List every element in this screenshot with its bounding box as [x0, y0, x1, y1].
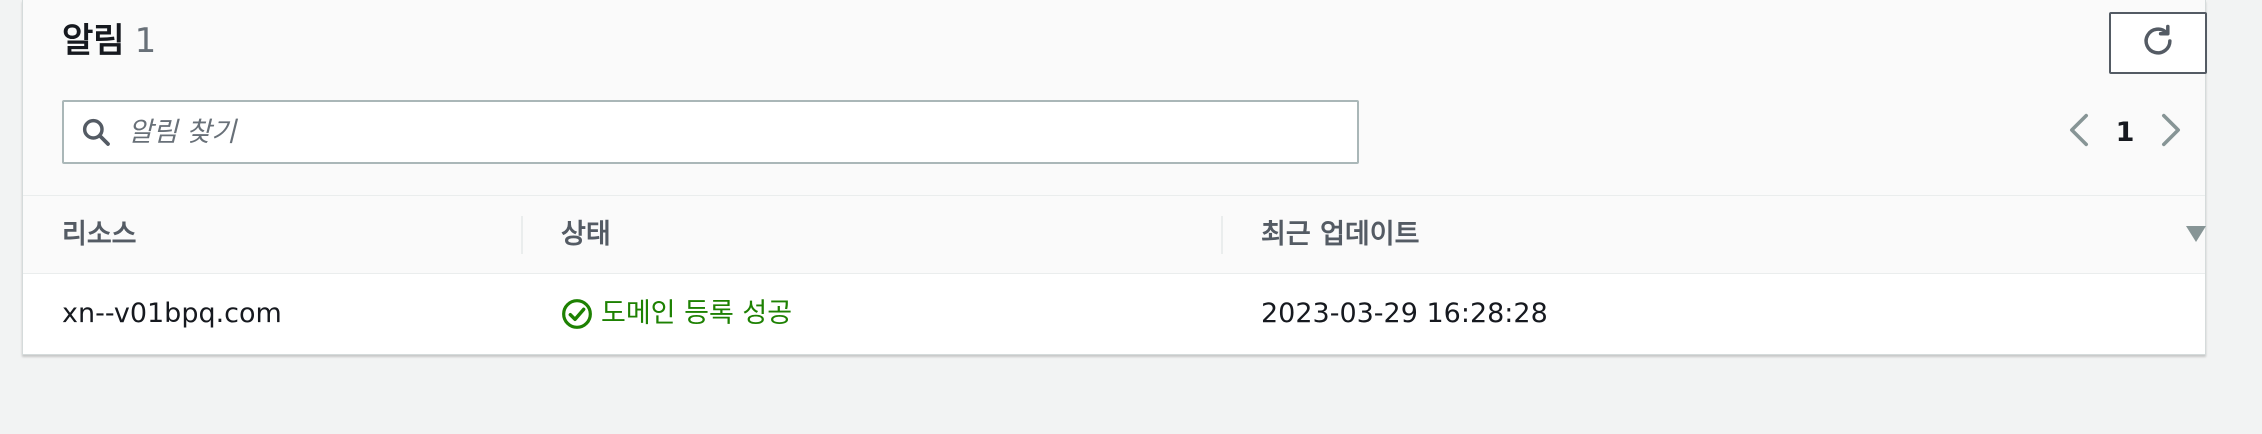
chevron-left-icon [2068, 112, 2090, 152]
panel-title-text: 알림 [62, 21, 125, 61]
caret-down-icon[interactable] [2185, 224, 2207, 248]
updated-cell: 2023-03-29 16:28:28 [1261, 298, 1548, 329]
panel-title: 알림 1 [62, 18, 156, 64]
panel-header: 알림 1 알림 찾기 1 [23, 0, 2207, 196]
table-header: 리소스 상태 최근 업데이트 [23, 196, 2207, 274]
refresh-button[interactable] [2109, 12, 2207, 74]
column-header-status[interactable]: 상태 [561, 196, 611, 273]
check-circle-icon [561, 298, 593, 330]
column-divider[interactable] [1221, 216, 1223, 254]
column-header-resource[interactable]: 리소스 [62, 196, 137, 273]
next-page-button[interactable] [2151, 106, 2191, 158]
resource-cell: xn--v01bpq.com [62, 298, 282, 329]
column-divider[interactable] [521, 216, 523, 254]
column-header-last-updated[interactable]: 최근 업데이트 [1261, 196, 1419, 273]
current-page[interactable]: 1 [2099, 117, 2151, 148]
table-row: xn--v01bpq.com 도메인 등록 성공 2023-03-29 16:2… [23, 274, 2205, 354]
refresh-icon [2139, 22, 2177, 64]
status-text: 도메인 등록 성공 [601, 298, 793, 329]
previous-page-button[interactable] [2059, 106, 2099, 158]
notifications-panel: 알림 1 알림 찾기 1 리소스 상태 최근 업데이트 xn--v01bpq.c… [22, 0, 2207, 355]
notification-count: 1 [134, 21, 157, 61]
status-cell: 도메인 등록 성공 [561, 274, 792, 354]
chevron-right-icon [2160, 112, 2182, 152]
pagination: 1 [2059, 106, 2191, 158]
search-icon [78, 114, 114, 150]
search-field[interactable] [62, 100, 1359, 164]
search-input[interactable] [128, 107, 1308, 157]
